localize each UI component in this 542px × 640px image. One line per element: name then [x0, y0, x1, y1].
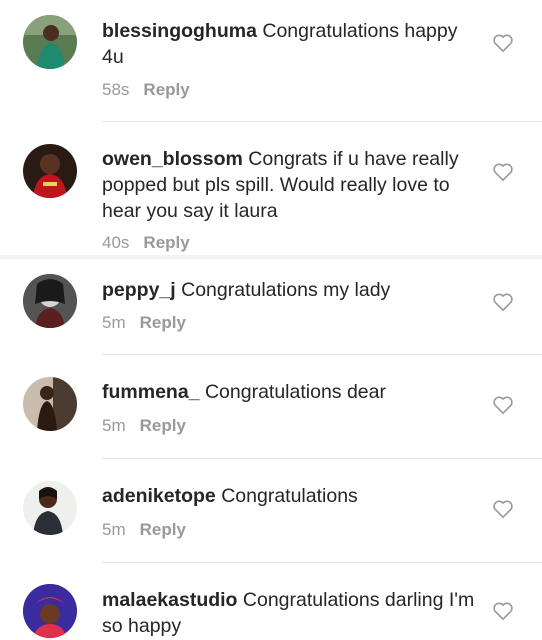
reply-button[interactable]: Reply	[140, 313, 186, 332]
avatar[interactable]	[23, 377, 77, 431]
comment-item: peppy_j Congratulations my lady 5m Reply	[0, 259, 542, 355]
heart-outline-icon[interactable]	[492, 395, 514, 415]
heart-outline-icon[interactable]	[492, 162, 514, 182]
comment-item: blessingoghuma Congratulations happy 4u …	[0, 0, 542, 122]
heart-outline-icon[interactable]	[492, 292, 514, 312]
reply-button[interactable]: Reply	[143, 233, 189, 252]
comment-username[interactable]: adeniketope	[102, 485, 216, 507]
avatar[interactable]	[23, 481, 77, 535]
comment-meta: 40s Reply	[102, 233, 190, 253]
comment-time: 5m	[102, 416, 126, 435]
comment-username[interactable]: fummena_	[102, 381, 200, 403]
comment-text: blessingoghuma Congratulations happy 4u	[102, 18, 482, 70]
reply-button[interactable]: Reply	[143, 80, 189, 99]
comment-item: owen_blossom Congrats if u have really p…	[0, 122, 542, 256]
comment-time: 58s	[102, 80, 130, 99]
avatar[interactable]	[23, 584, 77, 638]
comment-time: 5m	[102, 520, 126, 539]
comment-meta: 58s Reply	[102, 80, 190, 100]
comment-time: 5m	[102, 313, 126, 332]
comment-text: peppy_j Congratulations my lady	[102, 277, 482, 303]
comment-body: Congratulations dear	[204, 381, 386, 403]
comment-username[interactable]: owen_blossom	[102, 148, 243, 170]
heart-outline-icon[interactable]	[492, 33, 514, 53]
heart-outline-icon[interactable]	[492, 499, 514, 519]
comment-meta: 5m Reply	[102, 313, 186, 333]
comment-meta: 5m Reply	[102, 416, 186, 436]
comment-username[interactable]: blessingoghuma	[102, 20, 257, 42]
heart-outline-icon[interactable]	[492, 601, 514, 621]
comment-username[interactable]: peppy_j	[102, 279, 176, 301]
comment-text: fummena_ Congratulations dear	[102, 379, 482, 405]
comment-meta: 5m Reply	[102, 520, 186, 540]
comment-body: Congratulations my lady	[181, 279, 391, 301]
comment-body: Congratulations	[221, 485, 358, 507]
comment-text: adeniketope Congratulations	[102, 483, 482, 509]
comment-text: owen_blossom Congrats if u have really p…	[102, 146, 482, 224]
reply-button[interactable]: Reply	[140, 520, 186, 539]
reply-button[interactable]: Reply	[140, 416, 186, 435]
comment-item: fummena_ Congratulations dear 5m Reply	[0, 355, 542, 459]
avatar[interactable]	[23, 15, 77, 69]
comment-item: adeniketope Congratulations 5m Reply	[0, 459, 542, 563]
comment-item: malaekastudio Congratulations darling I'…	[0, 563, 542, 640]
avatar[interactable]	[23, 274, 77, 328]
comment-text: malaekastudio Congratulations darling I'…	[102, 587, 482, 639]
comment-time: 40s	[102, 233, 130, 252]
avatar[interactable]	[23, 144, 77, 198]
comment-username[interactable]: malaekastudio	[102, 589, 237, 611]
